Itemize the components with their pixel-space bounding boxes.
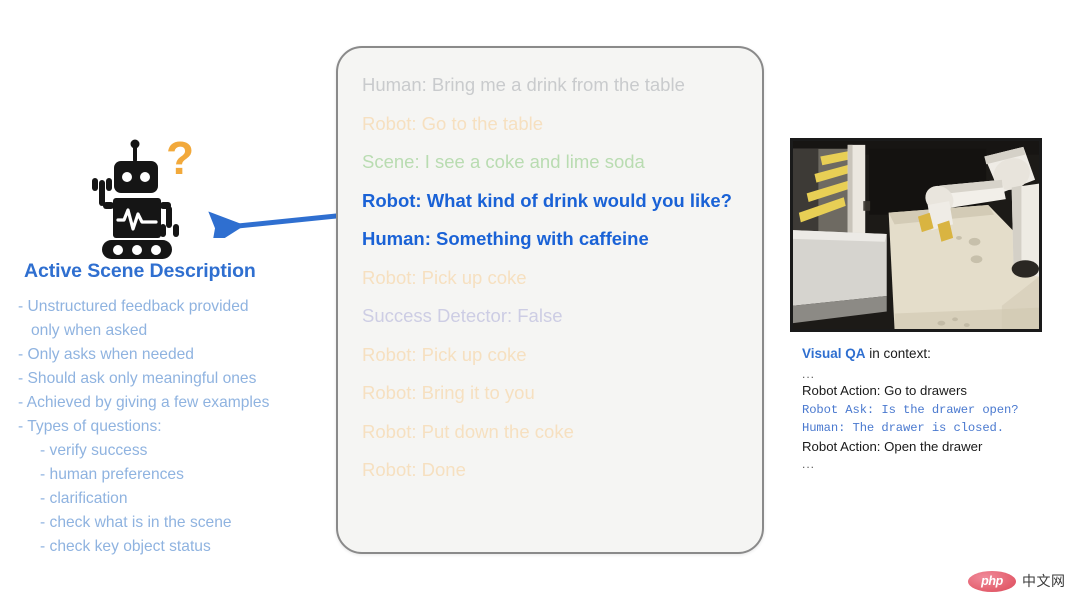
visual-qa-line: ... [802, 457, 816, 471]
dialogue-line: Robot: Pick up coke [362, 266, 527, 288]
dialogue-line: Scene: I see a coke and lime soda [362, 151, 645, 172]
active-scene-description-panel: ? Active Scene Description - Unstructure… [0, 120, 330, 590]
dialogue-line-list: Human: Bring me a drink from the table Ro… [362, 66, 752, 490]
bullet-item: - Unstructured feedback provided [18, 298, 249, 315]
robot-with-question-mark-icon: ? [86, 130, 206, 260]
bullet-item: - check key object status [40, 538, 211, 555]
bullet-item: - verify success [40, 442, 148, 459]
visual-qa-panel: Visual QA in context: ... Robot Action: G… [788, 138, 1078, 478]
php-logo-badge: php [968, 570, 1016, 592]
feature-bullet-list: - Unstructured feedback provided only wh… [18, 295, 323, 559]
visual-qa-line: Robot Ask: Is the drawer open? [802, 402, 1019, 417]
watermark-text: 中文网 [1022, 573, 1066, 589]
visual-qa-title-strong: Visual QA [802, 346, 866, 361]
dialogue-line: Human: Bring me a drink from the table [362, 74, 685, 95]
visual-qa-line: ... [802, 367, 816, 381]
visual-qa-title-rest: in context: [865, 346, 931, 361]
dialogue-line: Human: Something with caffeine [362, 228, 649, 249]
bullet-item: - Achieved by giving a few examples [18, 394, 270, 411]
bullet-item: - check what is in the scene [40, 514, 232, 531]
page-title: Active Scene Description [24, 260, 256, 282]
svg-text:?: ? [166, 132, 194, 184]
arrow-pointing-left [208, 208, 348, 247]
dialogue-line: Robot: Pick up coke [362, 343, 527, 365]
bullet-item: only when asked [18, 322, 148, 339]
dialogue-line: Robot: Bring it to you [362, 382, 535, 403]
dialogue-line: Robot: Done [362, 459, 466, 480]
visual-qa-log: ... Robot Action: Go to drawers Robot Ask:… [802, 366, 1072, 472]
dialogue-transcript-card: Human: Bring me a drink from the table Ro… [336, 46, 764, 554]
visual-qa-line: Robot Action: Go to drawers [802, 383, 967, 398]
dialogue-line: Robot: Go to the table [362, 112, 544, 134]
visual-qa-line: Human: The drawer is closed. [802, 421, 1004, 435]
bullet-item: - human preferences [40, 466, 184, 483]
bullet-item: - clarification [40, 490, 128, 507]
dialogue-line: Robot: Put down the coke [362, 420, 574, 442]
robot-arm-at-table-photo [790, 138, 1042, 332]
visual-qa-line: Robot Action: Open the drawer [802, 438, 983, 454]
visual-qa-caption-block: Visual QA in context: ... Robot Action: G… [802, 344, 1072, 472]
dialogue-line: Success Detector: False [362, 305, 563, 326]
watermark: php 中文网 [968, 568, 1072, 594]
bullet-item: - Should ask only meaningful ones [18, 370, 257, 387]
bullet-item: - Types of questions: [18, 418, 162, 435]
visual-qa-title: Visual QA in context: [802, 344, 1072, 364]
dialogue-line: Robot: What kind of drink would you like… [362, 189, 732, 211]
bullet-item: - Only asks when needed [18, 346, 194, 363]
